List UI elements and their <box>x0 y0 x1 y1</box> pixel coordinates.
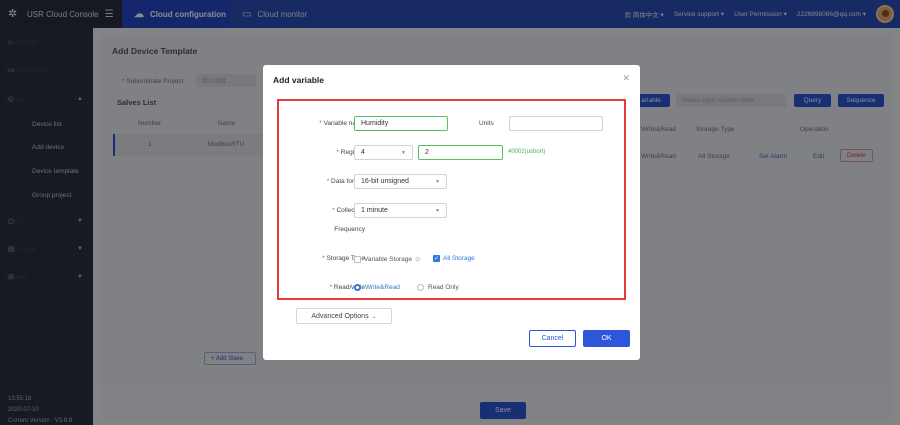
variable-storage-checkbox[interactable]: Variable Storage ⊙ <box>354 255 420 263</box>
read-only-radio[interactable]: Read Only <box>417 284 459 291</box>
advanced-options-label: Advanced Options <box>311 312 369 320</box>
cancel-button[interactable]: Cancel <box>529 330 576 347</box>
collection-label: * Collection <box>332 207 365 214</box>
all-storage-checkbox[interactable]: ✓ All Storage <box>433 255 475 262</box>
radio-selected-icon <box>354 284 361 291</box>
all-storage-label: All Storage <box>443 255 475 262</box>
register-type-select[interactable]: 4 ▼ <box>354 145 413 160</box>
variable-name-label: * Variable name <box>319 120 365 127</box>
variable-storage-label: Variable Storage <box>364 255 412 263</box>
read-only-label: Read Only <box>428 284 459 291</box>
add-variable-dialog: Add variable ✕ * Variable name Humidity … <box>263 65 640 360</box>
help-icon[interactable]: ⊙ <box>415 255 420 263</box>
chevron-down-icon: ▼ <box>435 207 440 214</box>
read-write-label: * Read/write <box>329 284 365 291</box>
collection-frequency-value: 1 minute <box>361 207 388 214</box>
chevron-down-icon: ▼ <box>401 149 406 156</box>
data-format-label: * Data format <box>326 178 365 185</box>
radio-icon <box>417 284 424 291</box>
register-type-value: 4 <box>361 149 365 156</box>
register-label: * Register <box>336 149 365 156</box>
checkbox-box <box>354 255 361 263</box>
dialog-title: Add variable <box>273 75 325 85</box>
units-label: Units <box>479 120 494 127</box>
write-read-radio[interactable]: Write&Read <box>354 284 400 291</box>
ok-button[interactable]: OK <box>583 330 630 347</box>
register-address-input[interactable]: 2 <box>418 145 503 160</box>
data-format-value: 16-bit unsigned <box>361 178 409 185</box>
checkbox-checked-icon: ✓ <box>433 255 440 262</box>
variable-name-input[interactable]: Humidity <box>354 116 448 131</box>
frequency-label: Frequency <box>334 226 365 233</box>
storage-type-label: * Storage Type <box>322 255 365 262</box>
register-hint: 40002(ushort) <box>508 149 546 155</box>
chevron-down-icon: ▼ <box>435 178 440 185</box>
data-format-select[interactable]: 16-bit unsigned ▼ <box>354 174 447 189</box>
chevron-down-icon: ⌄ <box>371 313 377 320</box>
units-input[interactable] <box>509 116 603 131</box>
collection-frequency-select[interactable]: 1 minute ▼ <box>354 203 447 218</box>
write-read-label: Write&Read <box>365 284 400 291</box>
close-icon[interactable]: ✕ <box>622 73 630 84</box>
advanced-options-button[interactable]: Advanced Options ⌄ <box>296 308 392 324</box>
